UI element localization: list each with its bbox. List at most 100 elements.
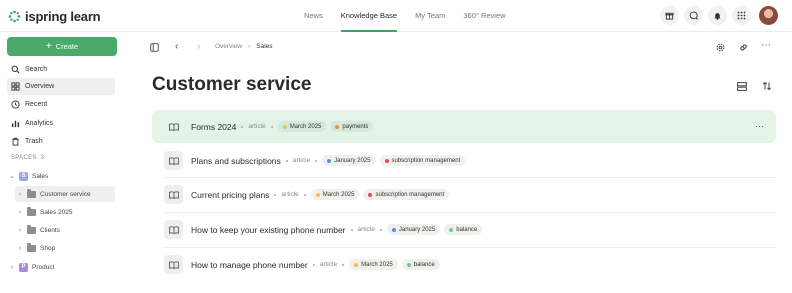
tag-label: January 2025 xyxy=(334,157,371,164)
chevron-right-icon[interactable]: › xyxy=(17,191,23,198)
separator-dot xyxy=(350,228,353,231)
bell-icon[interactable] xyxy=(708,6,727,25)
tag-label: payments xyxy=(342,123,369,130)
article-title[interactable]: Forms 2024 xyxy=(191,122,236,132)
article-title[interactable]: How to manage phone number xyxy=(191,260,308,270)
tag-dot xyxy=(406,262,411,267)
chevron-right-icon[interactable]: › xyxy=(9,264,15,271)
forward-arrow-icon[interactable]: › xyxy=(197,41,200,52)
book-icon xyxy=(164,117,183,136)
settings-icon[interactable] xyxy=(716,43,725,52)
separator-dot xyxy=(285,159,288,162)
chat-icon[interactable] xyxy=(684,6,703,25)
top-nav: News Knowledge Base My Team 360° Review xyxy=(304,0,524,32)
folder-icon xyxy=(27,189,36,198)
tag-label: balance xyxy=(413,261,435,268)
sidebar-item-overview[interactable]: Overview xyxy=(7,78,115,95)
tag-label: March 2025 xyxy=(322,191,355,198)
clock-icon xyxy=(11,100,20,109)
nav-my-team[interactable]: My Team xyxy=(415,0,445,32)
list-item[interactable]: How to manage phone number article March… xyxy=(152,248,776,281)
tag-chip[interactable]: payments xyxy=(330,121,374,132)
gift-icon[interactable] xyxy=(660,6,679,25)
chevron-down-icon[interactable]: ⌄ xyxy=(9,172,15,180)
tag-chip[interactable]: balance xyxy=(444,224,483,235)
folder-sales-2025[interactable]: › Sales 2025 xyxy=(15,204,115,220)
analytics-icon xyxy=(11,120,20,128)
tag-label: March 2025 xyxy=(361,261,393,268)
folder-icon xyxy=(27,207,36,216)
list-item[interactable]: Current pricing plans article March 2025… xyxy=(152,178,776,211)
breadcrumb-sales[interactable]: Sales xyxy=(256,43,272,50)
breadcrumb-overview[interactable]: Overview xyxy=(215,43,242,50)
tag-chip[interactable]: subscription management xyxy=(379,155,466,166)
tag-dot xyxy=(391,227,396,232)
nav-news[interactable]: News xyxy=(304,0,323,32)
tag-dot xyxy=(354,262,359,267)
brand-name: ispring learn xyxy=(25,8,101,24)
article-title[interactable]: How to keep your existing phone number xyxy=(191,225,346,235)
tag-dot xyxy=(368,192,373,197)
brand-logo[interactable]: ispring learn xyxy=(8,8,101,24)
separator-dot xyxy=(312,263,315,266)
separator-dot xyxy=(241,125,244,128)
space-product[interactable]: › P Product xyxy=(9,259,109,275)
chevron-right-icon[interactable]: › xyxy=(17,209,23,216)
tag-chip[interactable]: March 2025 xyxy=(277,121,327,132)
folder-label: Sales 2025 xyxy=(40,208,73,216)
user-avatar[interactable] xyxy=(759,6,778,25)
row-more-icon[interactable]: ⋯ xyxy=(755,121,764,132)
space-label: Product xyxy=(32,263,55,271)
article-type: article xyxy=(319,261,338,268)
article-title[interactable]: Current pricing plans xyxy=(191,190,269,200)
sidebar-toggle-icon[interactable] xyxy=(150,43,159,52)
tag-chip[interactable]: subscription management xyxy=(363,189,450,200)
tag-chip[interactable]: March 2025 xyxy=(349,259,398,270)
tag-dot xyxy=(327,158,332,163)
plus-icon: + xyxy=(45,40,52,52)
sidebar-item-trash[interactable]: Trash xyxy=(7,133,115,150)
chevron-right-icon[interactable]: › xyxy=(17,227,23,234)
folder-label: Customer service xyxy=(40,190,91,198)
create-button[interactable]: + Create xyxy=(7,37,117,56)
article-title[interactable]: Plans and subscriptions xyxy=(191,156,281,166)
book-icon xyxy=(164,255,183,274)
space-sales[interactable]: ⌄ S Sales xyxy=(9,168,109,184)
sidebar-item-recent[interactable]: Recent xyxy=(7,96,115,113)
sidebar-item-label: Search xyxy=(25,66,48,73)
more-options-icon[interactable]: ⋯ xyxy=(761,40,771,51)
separator-dot xyxy=(270,125,273,128)
list-item[interactable]: Forms 2024 article March 2025 payments ⋯ xyxy=(152,110,776,143)
separator-dot xyxy=(274,193,277,196)
book-icon xyxy=(164,151,183,170)
tag-label: balance xyxy=(456,226,478,233)
search-icon xyxy=(11,65,20,74)
folder-shop[interactable]: › Shop xyxy=(15,240,115,256)
back-arrow-icon[interactable]: ‹ xyxy=(175,41,178,52)
tag-chip[interactable]: balance xyxy=(401,259,440,270)
list-item[interactable]: Plans and subscriptions article January … xyxy=(152,144,776,177)
folder-customer-service[interactable]: › Customer service xyxy=(15,186,115,202)
sidebar-item-search[interactable]: Search xyxy=(7,61,115,78)
link-icon[interactable] xyxy=(739,43,748,52)
tag-chip[interactable]: January 2025 xyxy=(322,155,376,166)
space-badge: P xyxy=(19,262,28,272)
nav-360-review[interactable]: 360° Review xyxy=(463,0,505,32)
folder-clients[interactable]: › Clients xyxy=(15,222,115,238)
breadcrumb: Overview › Sales xyxy=(215,43,273,50)
apps-grid-icon[interactable] xyxy=(732,6,751,25)
nav-knowledge-base[interactable]: Knowledge Base xyxy=(340,0,398,32)
view-toggle-icon[interactable] xyxy=(737,82,747,91)
sidebar-item-analytics[interactable]: Analytics xyxy=(7,115,115,132)
spaces-header: SPACES 3 xyxy=(11,155,44,161)
list-item[interactable]: How to keep your existing phone number a… xyxy=(152,213,776,246)
sort-icon[interactable] xyxy=(762,81,772,91)
main-content: ‹ › Overview › Sales ⋯ Customer service … xyxy=(140,32,792,293)
book-icon xyxy=(164,185,183,204)
tag-chip[interactable]: January 2025 xyxy=(386,224,441,235)
tag-chip[interactable]: March 2025 xyxy=(310,189,360,200)
article-type: article xyxy=(281,191,299,198)
breadcrumb-separator: › xyxy=(248,43,251,50)
chevron-right-icon[interactable]: › xyxy=(17,245,23,252)
tag-label: subscription management xyxy=(375,191,445,198)
